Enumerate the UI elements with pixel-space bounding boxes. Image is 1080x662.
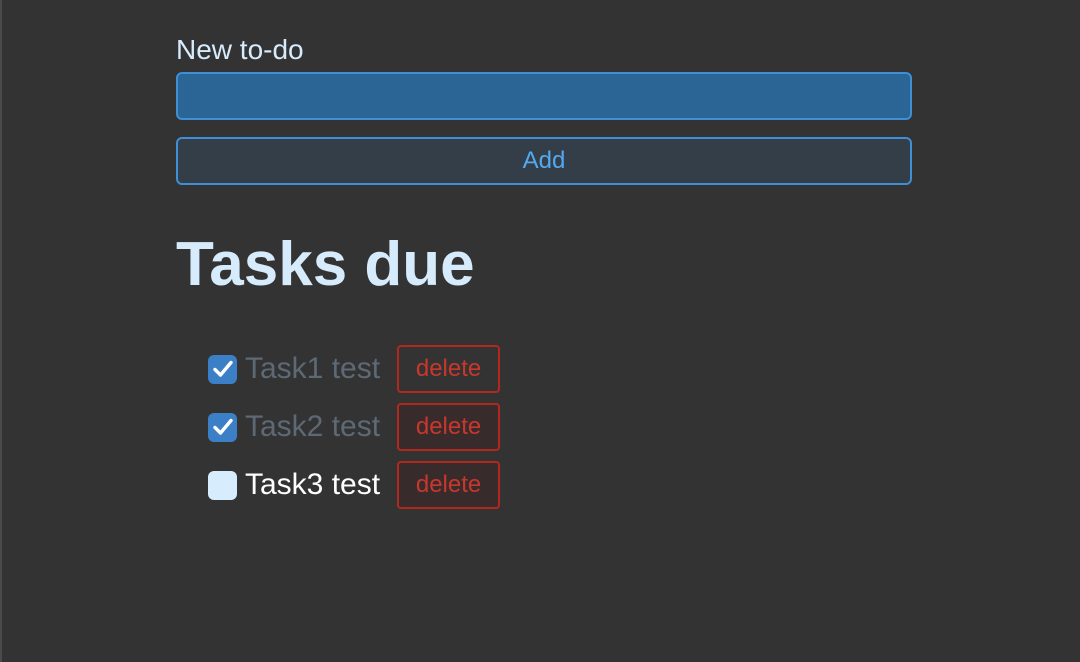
delete-button[interactable]: delete (397, 403, 501, 451)
todo-app: New to-do Add Tasks due Task1 test delet… (0, 0, 1080, 662)
task-text: Task1 test (245, 352, 381, 385)
task-list: Task1 test delete Task2 test delete Task… (208, 345, 501, 519)
task-checkbox[interactable] (208, 470, 237, 500)
new-todo-form: New to-do Add (176, 30, 912, 185)
checkmark-icon (212, 418, 233, 435)
task-text: Task2 test (245, 410, 381, 443)
task-checkbox[interactable] (208, 354, 237, 384)
new-todo-input[interactable] (176, 72, 912, 120)
delete-button[interactable]: delete (397, 345, 501, 393)
add-button[interactable]: Add (176, 137, 912, 185)
delete-button[interactable]: delete (397, 461, 501, 509)
task-text: Task3 test (245, 468, 381, 501)
task-item: Task3 test delete (208, 461, 501, 509)
page-title: Tasks due (176, 230, 475, 299)
new-todo-label: New to-do (176, 34, 304, 65)
task-item: Task1 test delete (208, 345, 501, 393)
task-item: Task2 test delete (208, 403, 501, 451)
checkmark-icon (212, 360, 233, 377)
task-checkbox[interactable] (208, 412, 237, 442)
